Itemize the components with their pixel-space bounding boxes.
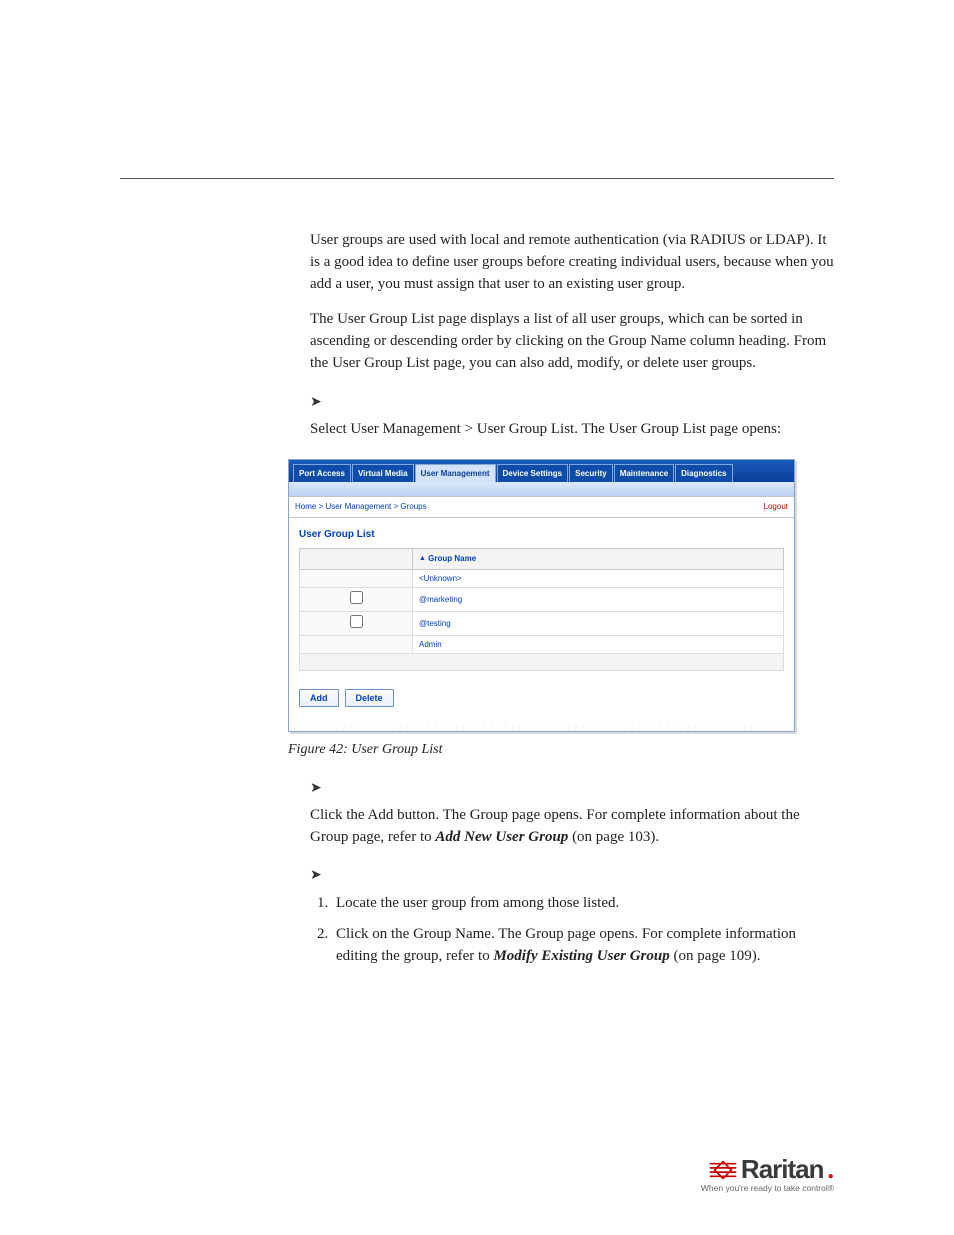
ss-tab-virtual-media[interactable]: Virtual Media: [352, 464, 414, 483]
figure-screenshot: Port Access Virtual Media User Managemen…: [288, 459, 795, 733]
paragraph-select: Select User Management > User Group List…: [310, 419, 834, 441]
ss-breadcrumb[interactable]: Home > User Management > Groups: [295, 501, 427, 513]
ss-breadcrumb-link[interactable]: Home > User Management > Groups: [295, 502, 427, 511]
ss-cell-name[interactable]: @marketing: [413, 588, 784, 612]
procedure-arrow-3: ➤: [310, 866, 834, 886]
ss-col-group-name[interactable]: ▲ Group Name: [413, 549, 784, 570]
ss-panel-title: User Group List: [299, 528, 784, 543]
ss-cell-name[interactable]: @testing: [413, 612, 784, 636]
ss-cell-name[interactable]: Admin: [413, 635, 784, 654]
brand-name: Raritan: [741, 1154, 824, 1185]
ss-tab-security[interactable]: Security: [569, 464, 613, 483]
ss-logout-link[interactable]: Logout: [764, 501, 788, 513]
table-row: @testing: [300, 612, 784, 636]
footer-logo: Raritan. When you're ready to take contr…: [701, 1154, 834, 1193]
ss-cell-checkbox: [300, 635, 413, 654]
ss-col-checkbox: [300, 549, 413, 570]
add-text-post: (on page 103).: [568, 829, 659, 845]
list-item: Locate the user group from among those l…: [332, 893, 834, 915]
ss-subbar: [289, 482, 794, 496]
procedure-arrow-2: ➤: [310, 779, 834, 799]
paragraph-add: Click the Add button. The Group page ope…: [310, 805, 834, 849]
ss-tab-port-access[interactable]: Port Access: [293, 464, 351, 483]
ss-checkbox[interactable]: [350, 615, 363, 628]
delete-button[interactable]: Delete: [345, 689, 394, 707]
ss-tab-user-management[interactable]: User Management: [415, 464, 496, 483]
ss-button-row: Add Delete: [299, 689, 784, 707]
ss-cell-checkbox: [300, 569, 413, 588]
figure-caption: Figure 42: User Group List: [288, 740, 834, 760]
add-button[interactable]: Add: [299, 689, 339, 707]
paragraph-desc: The User Group List page displays a list…: [310, 309, 834, 374]
ss-col-group-name-label: Group Name: [428, 554, 476, 563]
ss-cell-checkbox[interactable]: [300, 588, 413, 612]
ss-panel: User Group List ▲ Group Name: [289, 518, 794, 707]
ss-tab-diagnostics[interactable]: Diagnostics: [675, 464, 732, 483]
ss-cell-name[interactable]: <Unknown>: [413, 569, 784, 588]
ss-checkbox[interactable]: [350, 591, 363, 604]
paragraph-intro: User groups are used with local and remo…: [310, 230, 834, 295]
arrow-icon: ➤: [310, 395, 322, 410]
list-item: Click on the Group Name. The Group page …: [332, 924, 834, 968]
arrow-icon: ➤: [310, 868, 322, 883]
body-content: User groups are used with local and remo…: [310, 230, 834, 968]
ss-cell-checkbox[interactable]: [300, 612, 413, 636]
modify-steps-list: Locate the user group from among those l…: [310, 893, 834, 968]
table-row: Admin: [300, 635, 784, 654]
brand-dot-icon: .: [828, 1155, 835, 1185]
ss-table: ▲ Group Name <Unknown> @marketing: [299, 548, 784, 671]
header-rule: [120, 178, 834, 179]
brand-tagline: When you're ready to take control®: [701, 1183, 834, 1193]
table-row: @marketing: [300, 588, 784, 612]
table-row: <Unknown>: [300, 569, 784, 588]
arrow-icon: ➤: [310, 781, 322, 796]
ss-tab-bar: Port Access Virtual Media User Managemen…: [289, 460, 794, 483]
mod2-link-ref: Modify Existing User Group: [493, 948, 669, 964]
sort-asc-icon: ▲: [419, 555, 426, 562]
procedure-arrow-1: ➤: [310, 393, 834, 413]
brand-row: Raritan.: [701, 1154, 834, 1185]
ss-tab-device-settings[interactable]: Device Settings: [497, 464, 569, 483]
raritan-logo-icon: [709, 1159, 737, 1181]
table-spacer: [300, 654, 784, 671]
ss-breadcrumb-bar: Home > User Management > Groups Logout: [289, 496, 794, 518]
add-link-ref: Add New User Group: [435, 829, 568, 845]
mod2-post: (on page 109).: [670, 948, 761, 964]
torn-edge-graphic: [289, 717, 794, 731]
ss-tab-maintenance[interactable]: Maintenance: [614, 464, 674, 483]
